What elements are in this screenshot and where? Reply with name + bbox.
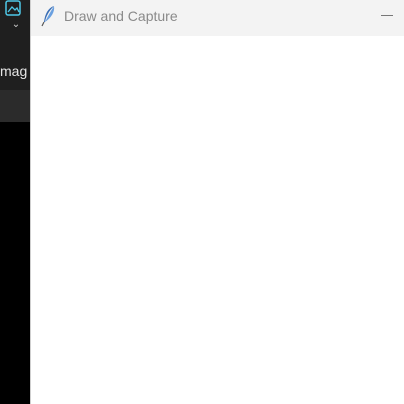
background-app-toolbar: ⌄ mag xyxy=(0,0,30,90)
drawing-canvas[interactable] xyxy=(31,36,404,404)
background-app: ⌄ mag xyxy=(0,0,30,404)
feather-icon xyxy=(39,4,59,28)
image-app-icon[interactable] xyxy=(4,0,24,18)
chevron-down-icon[interactable]: ⌄ xyxy=(10,19,22,31)
draw-and-capture-window: Draw and Capture xyxy=(30,0,404,404)
background-app-label: mag xyxy=(0,63,28,79)
minimize-button[interactable] xyxy=(373,2,401,28)
window-title: Draw and Capture xyxy=(64,8,178,24)
title-bar[interactable]: Draw and Capture xyxy=(31,0,404,36)
background-app-bar xyxy=(0,90,30,122)
minimize-icon xyxy=(381,15,393,16)
